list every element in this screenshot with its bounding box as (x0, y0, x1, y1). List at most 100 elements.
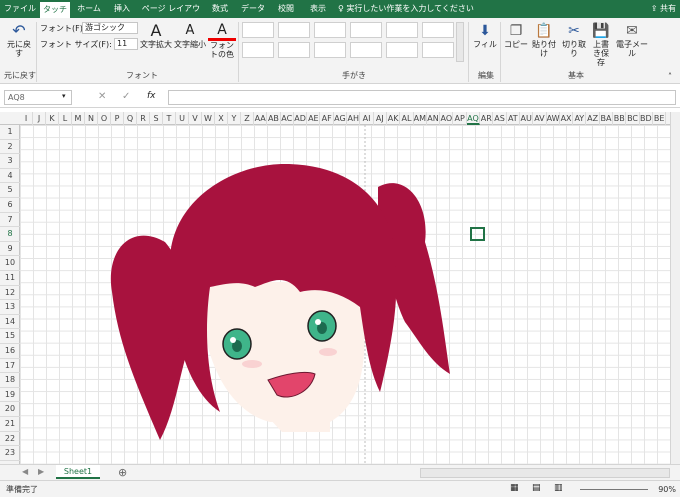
add-sheet-icon[interactable]: ⊕ (118, 466, 127, 479)
font-name-input[interactable]: 游ゴシック (82, 22, 138, 34)
fill-label: フィル (473, 40, 497, 49)
sheet-tab-bar: ◀ ▶ Sheet1 ⊕ (0, 464, 680, 480)
right-eye-highlight (315, 319, 321, 325)
paste-button[interactable]: 📋 貼り付け (530, 22, 558, 58)
undo-icon: ↶ (12, 21, 26, 40)
share-button[interactable]: ⇪ 共有 (651, 0, 676, 18)
pen-2[interactable] (278, 22, 310, 38)
horizontal-scrollbar[interactable] (420, 468, 670, 478)
tab-touch[interactable]: タッチ (40, 2, 70, 18)
undo-group-label: 元に戻す (4, 71, 36, 80)
separator (500, 22, 501, 82)
separator (468, 22, 469, 82)
paste-icon: 📋 (535, 23, 553, 39)
page-layout-view-icon[interactable]: ▤ (532, 483, 541, 493)
font-color-label: フォントの色 (210, 41, 234, 59)
fill-down-icon: ⬇ (479, 23, 491, 39)
tab-review[interactable]: 校閲 (272, 0, 300, 18)
pen-11[interactable] (386, 42, 418, 58)
pen-8[interactable] (278, 42, 310, 58)
separator (238, 22, 239, 82)
scissors-icon: ✂ (568, 23, 580, 39)
pen-9[interactable] (314, 42, 346, 58)
ink-group-label: 手がき (342, 71, 366, 80)
formula-input[interactable] (168, 90, 676, 105)
font-name-value: 游ゴシック (85, 23, 125, 32)
copy-button[interactable]: ❐ コピー (504, 22, 528, 49)
save-label: 上書き保存 (593, 40, 609, 67)
worksheet-grid: I J K L M N O P Q R S T U V W X Y Z AA AB AC AD AE AF AG AH AI AJ AK… (0, 112, 670, 464)
pen-3[interactable] (314, 22, 346, 38)
cut-label: 切り取り (562, 40, 586, 58)
status-text: 準備完了 (6, 485, 38, 494)
undo-label: 元に戻す (7, 40, 31, 58)
tell-me-box[interactable]: ♀ 実行したい作業を入力してください (338, 0, 474, 18)
tab-data[interactable]: データ (238, 0, 268, 18)
confirm-icon[interactable]: ✓ (122, 91, 130, 102)
name-box-dropdown-icon[interactable]: ▾ (62, 92, 66, 100)
font-size-value: 11 (117, 39, 128, 48)
collapse-ribbon-icon[interactable]: ˄ (664, 72, 676, 81)
shrink-font-button[interactable]: A 文字縮小 (174, 22, 206, 49)
tab-page-layout[interactable]: ページ レイアウト (140, 0, 202, 31)
tell-me-text: 実行したい作業を入力してください (346, 4, 474, 13)
title-bar: ファイル タッチ ホーム 挿入 ページ レイアウト 数式 データ 校閲 表示 ♀… (0, 0, 680, 31)
shrink-font-icon: A (185, 23, 195, 38)
paste-label: 貼り付け (532, 40, 556, 58)
email-label: 電子メール (616, 40, 648, 58)
active-cell-selector[interactable] (470, 227, 485, 241)
sheet-tab[interactable]: Sheet1 (56, 465, 100, 479)
ink-drawing (110, 125, 450, 464)
font-color-icon: A (208, 22, 236, 41)
grow-font-icon: A (150, 21, 162, 40)
neck (268, 417, 330, 432)
save-icon: 💾 (592, 23, 610, 39)
fill-button[interactable]: ⬇ フィル (472, 22, 498, 49)
font-color-button[interactable]: A フォントの色 (208, 22, 236, 59)
share-label: 共有 (660, 4, 676, 13)
grow-font-button[interactable]: A 文字拡大 (140, 21, 172, 50)
lightbulb-icon: ♀ (338, 4, 344, 13)
pen-5[interactable] (386, 22, 418, 38)
left-eye-highlight (230, 337, 236, 343)
pen-12[interactable] (422, 42, 454, 58)
tab-formulas[interactable]: 数式 (206, 0, 234, 18)
tab-view[interactable]: 表示 (304, 0, 332, 18)
share-icon: ⇪ (650, 4, 658, 13)
cancel-icon[interactable]: ✕ (98, 91, 106, 102)
pen-1[interactable] (242, 22, 274, 38)
vertical-scrollbar[interactable] (670, 112, 680, 464)
status-bar: 準備完了 ▦ ▤ ▥ 90% (0, 480, 680, 497)
pen-7[interactable] (242, 42, 274, 58)
tab-insert[interactable]: 挿入 (108, 0, 136, 18)
separator (36, 22, 37, 82)
pen-gallery-scroll[interactable] (456, 22, 464, 62)
tab-home[interactable]: ホーム (74, 0, 104, 18)
function-icon[interactable]: fx (147, 91, 156, 101)
scroll-left-icon[interactable]: ◀ (22, 467, 28, 476)
size-label: フォント サイズ(F): (40, 40, 112, 49)
formula-bar: AQ8 ▾ ✕ ✓ fx (0, 86, 680, 108)
zoom-level[interactable]: 90% (658, 483, 676, 496)
grow-font-label: 文字拡大 (140, 40, 172, 49)
basic-group-label: 基本 (568, 71, 584, 80)
copy-label: コピー (504, 40, 528, 49)
pen-10[interactable] (350, 42, 382, 58)
page-break-view-icon[interactable]: ▥ (554, 483, 563, 493)
font-group-label: フォント (126, 71, 158, 80)
pen-4[interactable] (350, 22, 382, 38)
zoom-slider[interactable] (580, 489, 648, 490)
save-button[interactable]: 💾 上書き保存 (590, 22, 612, 67)
normal-view-icon[interactable]: ▦ (510, 483, 519, 493)
scroll-right-icon[interactable]: ▶ (38, 467, 44, 476)
undo-button[interactable]: ↶ 元に戻す (4, 21, 34, 59)
copy-icon: ❐ (509, 23, 523, 39)
email-icon: ✉ (626, 23, 638, 39)
edit-group-label: 編集 (478, 71, 494, 80)
pen-6[interactable] (422, 22, 454, 38)
cut-button[interactable]: ✂ 切り取り (560, 22, 588, 58)
font-size-input[interactable]: 11 (114, 38, 138, 50)
tab-file[interactable]: ファイル (4, 0, 36, 18)
left-blush (242, 360, 262, 368)
email-button[interactable]: ✉ 電子メール (614, 22, 650, 58)
